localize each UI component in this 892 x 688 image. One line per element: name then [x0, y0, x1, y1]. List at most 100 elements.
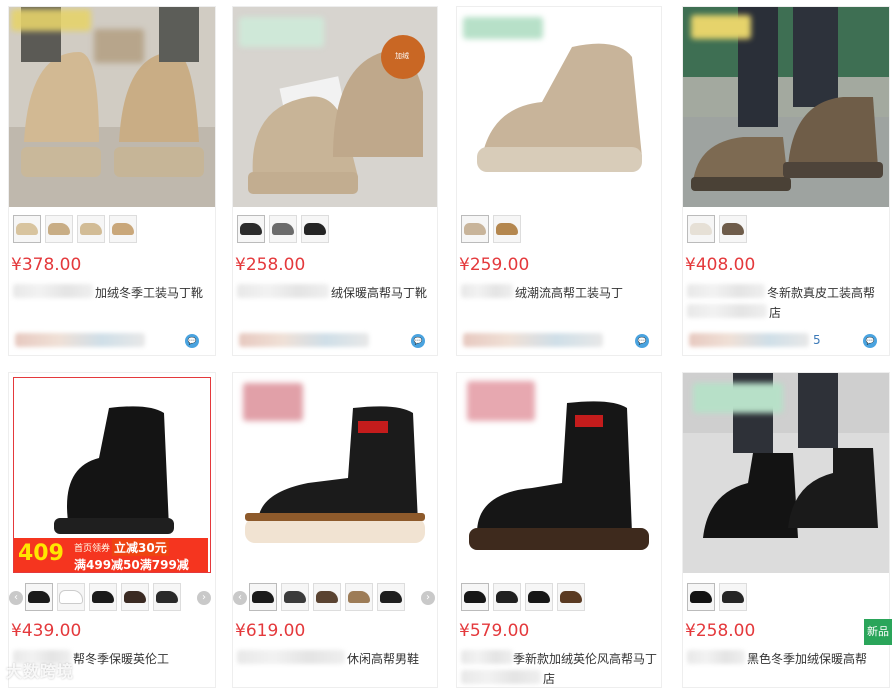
- shoe-thumb-icon: [80, 223, 102, 235]
- chat-icon[interactable]: 💬: [635, 334, 649, 348]
- product-card[interactable]: ¥408.00 冬新款真皮工装高帮 店 5 💬: [682, 6, 890, 356]
- shoe-thumb-icon: [124, 591, 146, 603]
- shoe-thumb-icon: [156, 591, 178, 603]
- product-price: ¥378.00: [11, 255, 82, 275]
- thumbnail[interactable]: [237, 215, 265, 243]
- thumbnail[interactable]: [121, 583, 149, 611]
- product-price: ¥258.00: [235, 255, 306, 275]
- shoe-thumb-icon: [528, 591, 550, 603]
- product-title[interactable]: 黑色冬季加绒保暖高帮: [747, 650, 867, 667]
- thumbnail[interactable]: [687, 583, 715, 611]
- shoe-thumb-icon: [690, 591, 712, 603]
- shoe-thumb-icon: [496, 591, 518, 603]
- product-price: ¥258.00: [685, 621, 756, 641]
- product-title[interactable]: 冬新款真皮工装高帮: [767, 284, 875, 301]
- shop-count: 5: [813, 333, 821, 347]
- thumbnail-row: [687, 583, 747, 611]
- thumbnail[interactable]: [719, 583, 747, 611]
- fleece-badge: 加绒: [395, 52, 409, 60]
- shoe-thumb-icon: [690, 223, 712, 235]
- thumbnail[interactable]: [493, 215, 521, 243]
- product-card[interactable]: ¥378.00 加绒冬季工装马丁靴 💬: [8, 6, 216, 356]
- thumbnail-row: [25, 583, 181, 611]
- shop-name[interactable]: [239, 333, 369, 347]
- chat-icon[interactable]: 💬: [185, 334, 199, 348]
- shop-name[interactable]: [689, 333, 809, 347]
- thumbnail[interactable]: [45, 215, 73, 243]
- chevron-left-icon[interactable]: ‹: [233, 591, 247, 605]
- shoe-thumb-icon: [272, 223, 294, 235]
- shoe-thumb-icon: [240, 223, 262, 235]
- product-card[interactable]: 409 首页领券 立减30元 满499减50满799减100 ‹ › ¥439.…: [8, 372, 216, 688]
- chat-icon[interactable]: 💬: [411, 334, 425, 348]
- promo-discount: 立减30元: [112, 539, 169, 556]
- thumbnail[interactable]: [281, 583, 309, 611]
- thumbnail[interactable]: [345, 583, 373, 611]
- watermark: 大数跨境: [6, 662, 75, 681]
- shoe-thumb-icon: [722, 223, 744, 235]
- product-title[interactable]: 帮冬季保暖英伦工: [73, 650, 169, 667]
- shoe-thumb-icon: [28, 591, 50, 603]
- shop-name[interactable]: [463, 333, 603, 347]
- product-title[interactable]: 加绒冬季工装马丁靴: [95, 284, 203, 301]
- thumbnail[interactable]: [557, 583, 585, 611]
- chat-icon[interactable]: 💬: [863, 334, 877, 348]
- chevron-right-icon[interactable]: ›: [421, 591, 435, 605]
- product-title[interactable]: 绒潮流高帮工装马丁: [515, 284, 623, 301]
- thumbnail[interactable]: [687, 215, 715, 243]
- chevron-right-icon[interactable]: ›: [197, 591, 211, 605]
- thumbnail-row: [461, 215, 521, 243]
- thumbnail-row: [249, 583, 405, 611]
- product-card[interactable]: ¥258.00 黑色冬季加绒保暖高帮: [682, 372, 890, 688]
- thumbnail[interactable]: [377, 583, 405, 611]
- shoe-thumb-icon: [304, 223, 326, 235]
- chevron-left-icon[interactable]: ‹: [9, 591, 23, 605]
- product-title[interactable]: 休闲高帮男鞋: [347, 650, 419, 667]
- thumbnail-row: [237, 215, 329, 243]
- thumbnail[interactable]: [25, 583, 53, 611]
- thumbnail[interactable]: [493, 583, 521, 611]
- thumbnail[interactable]: [13, 215, 41, 243]
- shoe-thumb-icon: [92, 591, 114, 603]
- thumbnail[interactable]: [57, 583, 85, 611]
- thumbnail[interactable]: [461, 215, 489, 243]
- promo-tiers: 满499减50满799减100: [74, 558, 189, 572]
- thumbnail-row: [687, 215, 747, 243]
- thumbnail[interactable]: [301, 215, 329, 243]
- shop-suffix: 店: [543, 672, 556, 686]
- shoe-thumb-icon: [380, 591, 402, 603]
- product-title[interactable]: 季新款加绒英伦风高帮马丁: [513, 650, 657, 667]
- thumbnail[interactable]: [719, 215, 747, 243]
- thumbnail[interactable]: [153, 583, 181, 611]
- shoe-thumb-icon: [48, 223, 70, 235]
- product-title[interactable]: 绒保暖高帮马丁靴: [331, 284, 427, 301]
- shoe-thumb-icon: [252, 591, 274, 603]
- thumbnail-row: [461, 583, 585, 611]
- thumbnail[interactable]: [109, 215, 137, 243]
- new-badge: 新品: [864, 619, 892, 645]
- product-card[interactable]: 加绒 ¥258.00 绒保暖高帮马丁靴 💬: [232, 6, 438, 356]
- thumbnail[interactable]: [89, 583, 117, 611]
- shoe-thumb-icon: [112, 223, 134, 235]
- shop-name[interactable]: [15, 333, 145, 347]
- shoe-thumb-icon: [284, 591, 306, 603]
- product-card[interactable]: ¥259.00 绒潮流高帮工装马丁 💬: [456, 6, 662, 356]
- thumbnail[interactable]: [77, 215, 105, 243]
- thumbnail[interactable]: [461, 583, 489, 611]
- promo-price: 409: [18, 541, 64, 566]
- promo-banner[interactable]: 409 首页领券 立减30元 满499减50满799减100: [14, 538, 208, 572]
- product-card[interactable]: ‹ › ¥619.00 休闲高帮男鞋: [232, 372, 438, 688]
- thumbnail[interactable]: [269, 215, 297, 243]
- shoe-thumb-icon: [496, 223, 518, 235]
- thumbnail[interactable]: [525, 583, 553, 611]
- shoe-thumb-icon: [316, 591, 338, 603]
- thumbnail[interactable]: [249, 583, 277, 611]
- promo-label: 首页领券: [74, 544, 111, 554]
- product-image[interactable]: 409 首页领券 立减30元 满499减50满799减100: [13, 377, 211, 573]
- product-price: ¥408.00: [685, 255, 756, 275]
- thumbnail[interactable]: [313, 583, 341, 611]
- shoe-thumb-icon: [464, 223, 486, 235]
- product-price: ¥259.00: [459, 255, 530, 275]
- product-card[interactable]: ¥579.00 季新款加绒英伦风高帮马丁 店: [456, 372, 662, 688]
- shoe-thumb-icon: [59, 590, 83, 604]
